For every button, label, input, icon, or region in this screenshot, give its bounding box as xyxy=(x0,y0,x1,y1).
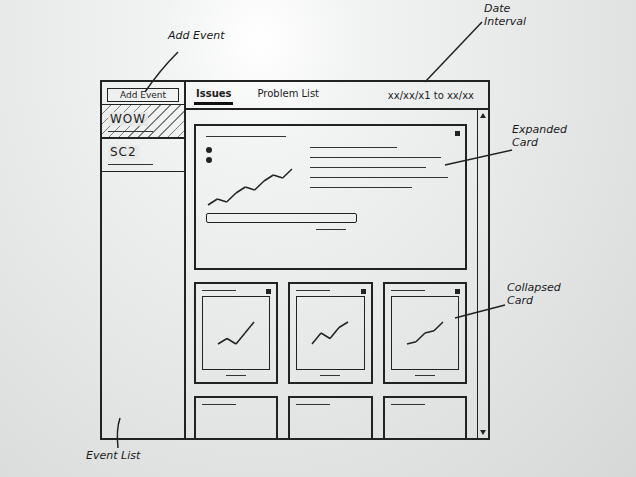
annotation-label: Collapsed Card xyxy=(507,282,561,307)
sidebar-item-label: SC2 xyxy=(108,145,139,159)
tab[interactable]: Problem List xyxy=(255,85,321,105)
app-window: Add Event WOW SC2 Issues Problem List xx/xx/x… xyxy=(100,80,490,440)
card-footer-line xyxy=(316,229,346,230)
chart-segment xyxy=(245,322,254,333)
status-dot-icon xyxy=(206,147,212,153)
card-left xyxy=(206,147,296,207)
event-list: Add Event WOW SC2 xyxy=(102,82,186,438)
scribble-line xyxy=(108,131,153,132)
card-body xyxy=(206,147,455,207)
close-icon[interactable] xyxy=(455,289,460,294)
chart-segment xyxy=(321,333,330,339)
chart-segment xyxy=(227,193,236,202)
chart-segment xyxy=(273,175,282,178)
expanded-card[interactable] xyxy=(194,124,467,270)
chart-segment xyxy=(416,333,425,342)
chart-segment xyxy=(208,199,217,205)
annotation-label: Event List xyxy=(86,450,140,463)
chart-segment xyxy=(339,322,348,328)
main-panel: Issues Problem List xx/xx/x1 to xx/xx xyxy=(186,82,488,438)
annotation-arrows xyxy=(0,0,636,477)
chart-segment xyxy=(227,339,236,345)
chart-segment xyxy=(330,328,339,339)
card-title-line xyxy=(202,404,236,405)
chart-segment xyxy=(434,322,443,331)
card-details xyxy=(310,147,455,207)
annotation-label: Date Interval xyxy=(484,3,526,28)
chart-segment xyxy=(217,199,226,202)
collapsed-card[interactable] xyxy=(288,282,372,384)
card-footer-line xyxy=(320,375,340,376)
text-line xyxy=(310,167,426,168)
collapsed-card[interactable] xyxy=(288,396,372,438)
text-line xyxy=(310,147,397,148)
collapsed-card-row xyxy=(194,282,467,384)
text-line xyxy=(310,177,448,178)
top-bar: Issues Problem List xx/xx/x1 to xx/xx xyxy=(186,82,488,110)
timeline-bar[interactable] xyxy=(206,213,357,223)
collapsed-card-row xyxy=(194,396,467,438)
collapsed-card[interactable] xyxy=(383,282,467,384)
add-event-button[interactable]: Add Event xyxy=(107,88,179,102)
card-title-line xyxy=(296,404,330,405)
line-chart xyxy=(405,320,445,346)
scribble-line xyxy=(108,164,153,165)
card-title-line xyxy=(296,290,330,291)
chart-segment xyxy=(425,331,434,333)
scroll-up-icon[interactable] xyxy=(480,113,486,118)
scrollbar[interactable] xyxy=(477,110,488,438)
card-title-line xyxy=(206,136,286,137)
chart-segment xyxy=(312,333,321,344)
chart-segment xyxy=(264,175,273,181)
chart-segment xyxy=(255,181,264,190)
chart-segment xyxy=(236,333,245,344)
card-title-line xyxy=(391,290,425,291)
line-chart xyxy=(310,320,350,346)
line-chart xyxy=(216,320,256,346)
close-icon[interactable] xyxy=(266,289,271,294)
annotation-label: Expanded Card xyxy=(512,124,567,149)
card-chart-box xyxy=(202,296,270,370)
status-dot-icon xyxy=(206,157,212,163)
card-title-line xyxy=(202,290,236,291)
date-interval[interactable]: xx/xx/x1 to xx/xx xyxy=(388,90,480,101)
chart-segment xyxy=(407,342,416,344)
text-line xyxy=(310,157,441,158)
card-list xyxy=(186,110,477,438)
card-footer-line xyxy=(226,375,246,376)
collapsed-card[interactable] xyxy=(194,282,278,384)
tab[interactable]: Issues xyxy=(194,85,233,105)
card-chart-box xyxy=(391,296,459,370)
scroll-down-icon[interactable] xyxy=(480,430,486,435)
chart-segment xyxy=(283,169,292,178)
content-area xyxy=(186,110,488,438)
sidebar-item[interactable]: SC2 xyxy=(102,137,184,172)
text-line xyxy=(310,187,412,188)
collapsed-card[interactable] xyxy=(383,396,467,438)
sidebar-item[interactable]: WOW xyxy=(102,104,184,139)
close-icon[interactable] xyxy=(455,131,460,136)
chart-segment xyxy=(245,187,254,190)
line-chart xyxy=(206,167,294,207)
close-icon[interactable] xyxy=(361,289,366,294)
card-chart-box xyxy=(296,296,364,370)
chart-segment xyxy=(236,187,245,193)
card-title-line xyxy=(391,404,425,405)
annotation-label: Add Event xyxy=(168,30,225,43)
chart-segment xyxy=(218,339,227,345)
sidebar-item-label: WOW xyxy=(108,112,148,126)
card-footer-line xyxy=(415,375,435,376)
collapsed-card[interactable] xyxy=(194,396,278,438)
